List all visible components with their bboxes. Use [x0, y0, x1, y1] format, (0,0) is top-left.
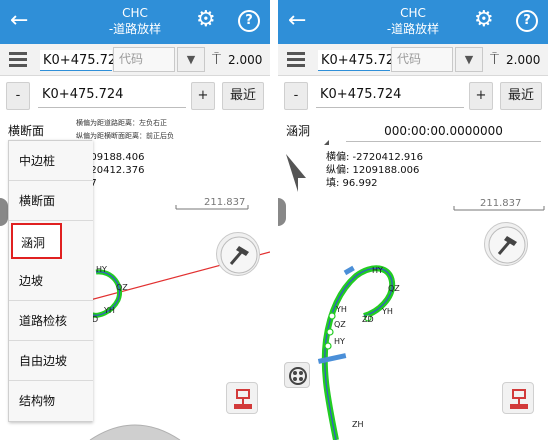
top-bar: ← CHC -道路放样 ⚙ ?	[0, 0, 270, 44]
plus-button[interactable]: +	[191, 82, 215, 110]
stake-row: - K0+475.724 + 最近	[0, 80, 270, 112]
title-line-2: -道路放样	[386, 22, 440, 36]
mode-selector[interactable]: 横断面	[8, 122, 44, 140]
point-row: K0+475.72 代码 ▼ ⍑ 2.000	[278, 44, 548, 76]
stake-point-input[interactable]: K0+475.72	[318, 50, 394, 71]
menu-item-structure[interactable]: 结构物	[9, 381, 93, 421]
plus-button[interactable]: +	[469, 82, 493, 110]
mode-dropdown-icon	[324, 140, 329, 145]
mode-selector[interactable]: 涵洞	[286, 122, 310, 140]
curve-label-zd: ZD	[362, 315, 374, 324]
code-input[interactable]: 代码	[391, 47, 453, 72]
page-title: CHC -道路放样	[70, 5, 200, 37]
curve-label-yh-mid: YH	[381, 307, 393, 316]
info-offset: 横偏: -2720412.916	[326, 152, 423, 163]
info-line-1: 209188.406	[84, 152, 145, 163]
menu-item-center-side-stake[interactable]: 中边桩	[9, 141, 93, 181]
gear-icon[interactable]: ⚙	[196, 7, 216, 33]
top-bar: ← CHC -道路放样 ⚙ ?	[278, 0, 548, 44]
chevron-down-icon: ▼	[186, 53, 196, 66]
nearest-button[interactable]: 最近	[222, 82, 264, 110]
stakeout-icon	[234, 389, 252, 409]
menu-item-free-slope[interactable]: 自由边坡	[9, 341, 93, 381]
point-row: K0+475.72 代码 ▼ ⍑ 2.000	[0, 44, 270, 76]
drawer-tab[interactable]	[278, 198, 286, 226]
left-screen: HY QZ YH D 211.837 ← CHC -道路放样 ⚙ ? K0+47…	[0, 0, 270, 440]
help-icon[interactable]: ?	[516, 10, 538, 32]
menu-item-culvert[interactable]: 涵洞	[11, 223, 62, 259]
info-line-2: 720412.376	[84, 165, 145, 176]
curve-node	[326, 328, 334, 336]
stakeout-tool-button[interactable]	[502, 382, 534, 414]
nearest-button[interactable]: 最近	[500, 82, 542, 110]
chevron-down-icon: ▼	[464, 53, 474, 66]
right-screen: HY QZ YH ZD YH QZ HY ZH 211.837 ← CHC -道…	[278, 0, 548, 440]
title-line-2: -道路放样	[108, 22, 162, 36]
time-field[interactable]: 000:00:00.0000000	[346, 120, 541, 142]
menu-item-cross-section[interactable]: 横断面	[9, 181, 93, 221]
drawer-tab[interactable]	[0, 198, 8, 226]
list-icon[interactable]	[9, 52, 27, 67]
pole-icon	[488, 226, 526, 264]
antenna-height-icon[interactable]: ⍑	[490, 49, 499, 69]
back-arrow-icon[interactable]: ←	[10, 9, 28, 33]
stake-value-field[interactable]: K0+475.724	[38, 82, 186, 108]
menu-item-slope[interactable]: 边坡	[9, 261, 93, 301]
direction-arrow-icon	[286, 154, 306, 192]
culvert-marker-top	[343, 265, 355, 276]
curve-label-qz-left: QZ	[334, 320, 346, 329]
road-curve	[321, 265, 396, 440]
code-dropdown-button[interactable]: ▼	[455, 47, 483, 72]
info-fill: 填: 96.992	[326, 178, 378, 189]
help-icon[interactable]: ?	[238, 10, 260, 32]
curve-label-zh: ZH	[352, 420, 364, 429]
code-input[interactable]: 代码	[113, 47, 175, 72]
page-title: CHC -道路放样	[348, 5, 478, 37]
antenna-height-icon[interactable]: ⍑	[212, 49, 221, 69]
survey-tool-button[interactable]	[216, 232, 260, 276]
mode-dropdown-menu: 中边桩 横断面 边坡 道路检核 自由边坡 结构物 涵洞	[8, 140, 93, 422]
minus-button[interactable]: -	[6, 82, 30, 110]
stake-value-field[interactable]: K0+475.724	[316, 82, 464, 108]
info-longitudinal: 纵偏: 1209188.006	[326, 165, 420, 176]
stakeout-icon	[510, 389, 528, 409]
antenna-height-value[interactable]: 2.000	[506, 52, 540, 68]
antenna-height-value[interactable]: 2.000	[228, 52, 262, 68]
stakeout-tool-button[interactable]	[226, 382, 258, 414]
title-line-1: CHC	[122, 6, 148, 20]
survey-tool-button[interactable]	[484, 222, 528, 266]
minus-button[interactable]: -	[284, 82, 308, 110]
hint-line-1: 横偏为距道路距离：左负右正	[76, 119, 167, 127]
back-arrow-icon[interactable]: ←	[288, 9, 306, 33]
pole-icon	[220, 236, 258, 274]
scale-label: 211.837	[480, 198, 522, 209]
curve-label-yh-left: YH	[335, 305, 347, 314]
scale-label: 211.837	[204, 197, 246, 208]
title-line-1: CHC	[400, 6, 426, 20]
curve-label-hy-top: HY	[372, 266, 383, 275]
curve-label-hy-left: HY	[334, 337, 345, 346]
curve-label-qz: QZ	[116, 283, 128, 292]
curve-label-hy: HY	[96, 265, 107, 274]
curve-node	[328, 312, 336, 320]
gear-icon[interactable]: ⚙	[474, 7, 494, 33]
list-icon[interactable]	[287, 52, 305, 67]
curve-label-qz-top: QZ	[388, 284, 400, 293]
curve-label-yh: YH	[103, 306, 115, 315]
bottom-handle-arc[interactable]	[89, 424, 181, 440]
curve-node	[324, 342, 332, 350]
mode-row: 涵洞 000:00:00.0000000	[278, 116, 548, 146]
menu-item-road-check[interactable]: 道路检核	[9, 301, 93, 341]
layers-button[interactable]	[284, 362, 310, 388]
stake-point-input[interactable]: K0+475.72	[40, 50, 116, 71]
stake-row: - K0+475.724 + 最近	[278, 80, 548, 112]
code-dropdown-button[interactable]: ▼	[177, 47, 205, 72]
layers-icon	[289, 367, 307, 385]
road-centerline	[324, 267, 393, 440]
